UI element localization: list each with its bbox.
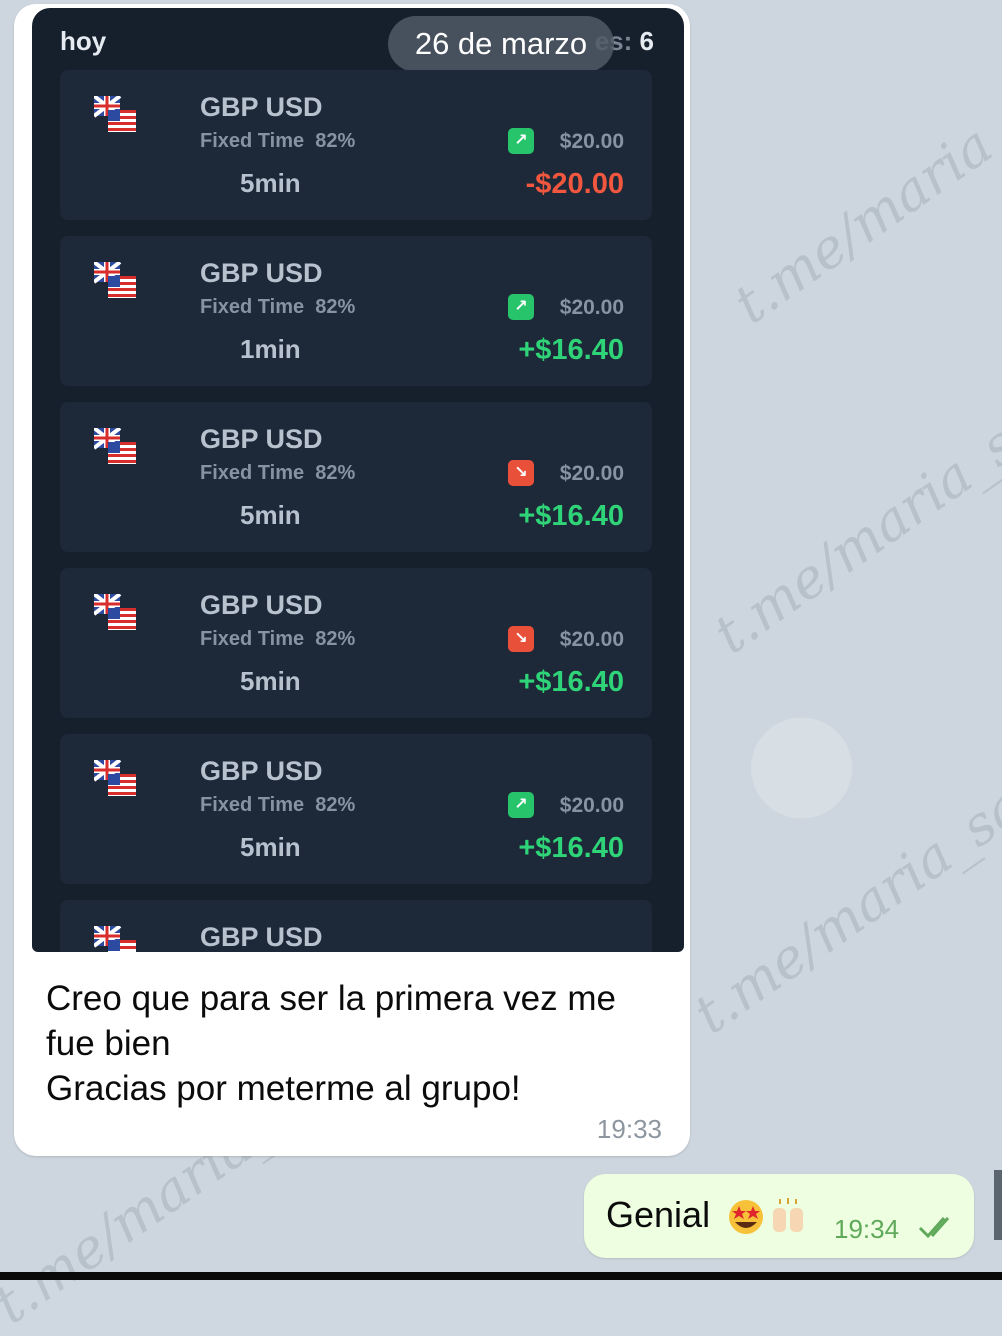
trade-duration: 1min bbox=[240, 334, 301, 364]
trade-type: Fixed Time 82% bbox=[200, 628, 356, 650]
trade-type: Fixed Time 82% bbox=[200, 794, 356, 816]
system-nav-bar bbox=[0, 1272, 1002, 1280]
double-check-read-icon bbox=[918, 1217, 950, 1239]
trade-amount: $20.00 bbox=[559, 794, 624, 817]
trade-row: GBP USD Fixed Time 82% 5min ↘ $20.00 +$16.40 bbox=[60, 402, 652, 552]
currency-pair: GBP USD bbox=[200, 590, 323, 620]
trade-type: Fixed Time 82% bbox=[200, 130, 356, 152]
currency-pair: GBP USD bbox=[200, 756, 323, 786]
today-label: hoy bbox=[60, 26, 107, 56]
currency-pair: GBP USD bbox=[200, 922, 323, 952]
gbp-usd-flag-icon bbox=[92, 592, 136, 630]
gbp-usd-flag-icon bbox=[92, 758, 136, 796]
trade-result: +$16.40 bbox=[518, 832, 624, 864]
outgoing-message-time: 19:34 bbox=[834, 1214, 900, 1244]
trade-duration: 5min bbox=[240, 500, 301, 530]
outgoing-message-text: Genial bbox=[606, 1194, 711, 1235]
trade-result: -$20.00 bbox=[525, 168, 624, 200]
gbp-usd-flag-icon bbox=[92, 260, 136, 298]
scrollbar-thumb[interactable] bbox=[994, 1170, 1002, 1240]
trade-amount: $20.00 bbox=[559, 296, 624, 319]
gbp-usd-flag-icon bbox=[92, 94, 136, 132]
currency-pair: GBP USD bbox=[200, 92, 323, 122]
arrow-down-icon: ↘ bbox=[508, 626, 534, 652]
trade-result: +$16.40 bbox=[518, 334, 624, 366]
trade-result: +$16.40 bbox=[518, 500, 624, 532]
trade-duration: 5min bbox=[240, 832, 301, 862]
gbp-usd-flag-icon bbox=[92, 426, 136, 464]
outgoing-message-bubble[interactable]: Genial 19:34 bbox=[584, 1174, 974, 1258]
currency-pair: GBP USD bbox=[200, 424, 323, 454]
trade-row: GBP USD Fixed Time 82% 5min ↘ $20.00 +$16.40 bbox=[60, 568, 652, 718]
arrow-up-icon: ↗ bbox=[508, 294, 534, 320]
trade-result: +$16.40 bbox=[518, 666, 624, 698]
incoming-message-time: 19:33 bbox=[596, 1114, 662, 1144]
trade-amount: $20.00 bbox=[559, 130, 624, 153]
trade-type: Fixed Time 82% bbox=[200, 462, 356, 484]
trade-row: GBP USD Fixed Time 82% 1min ↗ $20.00 +$16.40 bbox=[60, 236, 652, 386]
trade-row: GBP USD Fixed Time 82% 5min ↗ $20.00 -$20.00 bbox=[60, 70, 652, 220]
trade-duration: 5min bbox=[240, 168, 301, 198]
trade-row: GBP USD Fixed Time 82% 5min ↗ $20.00 +$16.40 bbox=[60, 734, 652, 884]
raising-hands-icon bbox=[773, 1198, 803, 1232]
screenshot-header: hoy es: 6 26 de marzo bbox=[32, 8, 684, 74]
star-struck-face-icon bbox=[729, 1200, 763, 1234]
trade-row: GBP USD bbox=[60, 900, 652, 952]
gbp-usd-flag-icon bbox=[92, 924, 136, 952]
currency-pair: GBP USD bbox=[200, 258, 323, 288]
incoming-message-text: Creo que para ser la primera vez me fue … bbox=[46, 979, 616, 1108]
trade-amount: $20.00 bbox=[559, 462, 624, 485]
trade-type: Fixed Time 82% bbox=[200, 296, 356, 318]
trade-duration: 5min bbox=[240, 666, 301, 696]
arrow-down-icon: ↘ bbox=[508, 460, 534, 486]
trade-amount: $20.00 bbox=[559, 628, 624, 651]
arrow-up-icon: ↗ bbox=[508, 792, 534, 818]
trade-history-screenshot[interactable]: hoy es: 6 26 de marzo GBP USD Fixed Time … bbox=[32, 8, 684, 952]
arrow-up-icon: ↗ bbox=[508, 128, 534, 154]
date-badge: 26 de marzo bbox=[388, 16, 614, 72]
